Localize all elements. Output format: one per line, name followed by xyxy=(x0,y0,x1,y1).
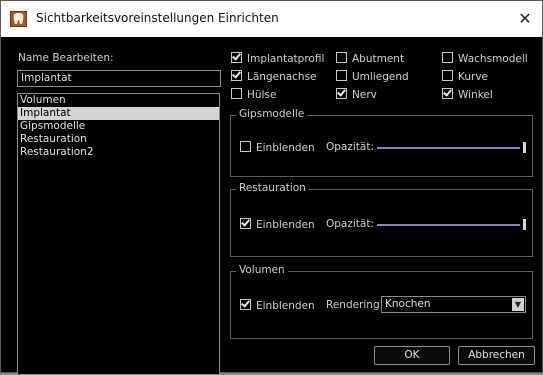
checkbox-label: Wachsmodell xyxy=(458,53,528,65)
checkbox-box[interactable] xyxy=(442,52,453,63)
slider-track xyxy=(377,147,520,149)
list-item-implantat[interactable]: Implantat xyxy=(18,107,219,120)
checkbox-umliegend[interactable]: Umliegend xyxy=(336,70,409,83)
list-item-restauration2[interactable]: Restauration2 xyxy=(18,146,219,159)
checkbox-box[interactable] xyxy=(231,69,242,81)
name-input[interactable]: Implantat xyxy=(17,70,221,87)
checkbox-box[interactable] xyxy=(442,70,453,81)
opacity-label: Opazität: xyxy=(326,141,374,153)
checkbox-label: Winkel xyxy=(458,89,493,101)
group-restauration: Restauration Einblenden Opazität: xyxy=(230,182,533,257)
checkbox-label: Einblenden xyxy=(256,300,315,312)
group-title-volumen: Volumen xyxy=(236,264,288,276)
slider-handle[interactable] xyxy=(523,142,526,153)
checkbox-volumen-show[interactable]: Einblenden xyxy=(240,298,315,312)
dialog-window: Sichtbarkeitsvoreinstellungen Einrichten… xyxy=(0,0,543,375)
checkbox-laengenachse[interactable]: Längenachse xyxy=(231,69,317,83)
group-title-restauration: Restauration xyxy=(236,182,309,194)
group-volumen: Volumen Einblenden Rendering: Knochen ▼ xyxy=(230,264,533,339)
slider-track xyxy=(377,224,520,226)
group-title-gipsmodelle: Gipsmodelle xyxy=(236,108,308,120)
checkbox-label: Einblenden xyxy=(256,219,315,231)
rendering-select[interactable]: Knochen ▼ xyxy=(381,296,526,313)
checkbox-box[interactable] xyxy=(336,52,347,63)
group-gipsmodelle: Gipsmodelle Einblenden Opazität: xyxy=(230,108,533,177)
rendering-value: Knochen xyxy=(385,298,431,310)
checkbox-box[interactable] xyxy=(336,70,347,81)
checkbox-restauration-show[interactable]: Einblenden xyxy=(240,217,315,231)
opacity-slider-restauration[interactable] xyxy=(377,219,526,230)
checkbox-wachsmodell[interactable]: Wachsmodell xyxy=(442,52,528,65)
close-icon: ✕ xyxy=(518,9,532,28)
close-button[interactable]: ✕ xyxy=(510,3,540,35)
rendering-label: Rendering: xyxy=(326,299,384,311)
checkbox-label: Nerv xyxy=(352,89,377,101)
checkbox-box[interactable] xyxy=(240,217,251,229)
checkbox-label: Hülse xyxy=(247,89,277,101)
checkbox-gipsmodelle-show[interactable]: Einblenden xyxy=(240,141,315,154)
checkbox-label: Abutment xyxy=(352,53,405,65)
checkbox-box[interactable] xyxy=(442,87,453,99)
cancel-button[interactable]: Abbrechen xyxy=(458,346,535,365)
slider-handle[interactable] xyxy=(523,219,526,230)
checkbox-box[interactable] xyxy=(240,141,251,152)
checkbox-box[interactable] xyxy=(231,51,242,63)
opacity-slider-gipsmodelle[interactable] xyxy=(377,142,526,153)
name-edit-label: Name Bearbeiten: xyxy=(18,52,114,64)
list-item-volumen[interactable]: Volumen xyxy=(18,94,219,107)
checkbox-box[interactable] xyxy=(231,88,242,99)
chevron-down-icon[interactable]: ▼ xyxy=(512,298,524,311)
tooth-app-icon xyxy=(10,11,27,27)
preset-list[interactable]: Volumen Implantat Gipsmodelle Restaurati… xyxy=(17,93,220,375)
checkbox-box[interactable] xyxy=(240,298,251,310)
checkbox-huelse[interactable]: Hülse xyxy=(231,88,276,101)
opacity-label: Opazität: xyxy=(326,218,374,230)
checkbox-winkel[interactable]: Winkel xyxy=(442,87,493,101)
checkbox-label: Kurve xyxy=(458,71,489,83)
checkbox-box[interactable] xyxy=(336,87,347,99)
title-bar[interactable]: Sichtbarkeitsvoreinstellungen Einrichten… xyxy=(1,1,542,37)
checkbox-kurve[interactable]: Kurve xyxy=(442,70,488,83)
checkbox-label: Implantatprofil xyxy=(247,53,325,65)
checkbox-label: Umliegend xyxy=(352,71,409,83)
list-item-restauration[interactable]: Restauration xyxy=(18,133,219,146)
dialog-client-area: Name Bearbeiten: Implantat Volumen Impla… xyxy=(1,37,542,375)
ok-button[interactable]: OK xyxy=(374,346,450,365)
checkbox-label: Längenachse xyxy=(247,71,317,83)
window-title: Sichtbarkeitsvoreinstellungen Einrichten xyxy=(36,11,279,25)
checkbox-label: Einblenden xyxy=(256,142,315,154)
checkbox-nerv[interactable]: Nerv xyxy=(336,87,377,101)
list-item-gipsmodelle[interactable]: Gipsmodelle xyxy=(18,120,219,133)
checkbox-abutment[interactable]: Abutment xyxy=(336,52,404,65)
checkbox-implantatprofil[interactable]: Implantatprofil xyxy=(231,51,325,65)
